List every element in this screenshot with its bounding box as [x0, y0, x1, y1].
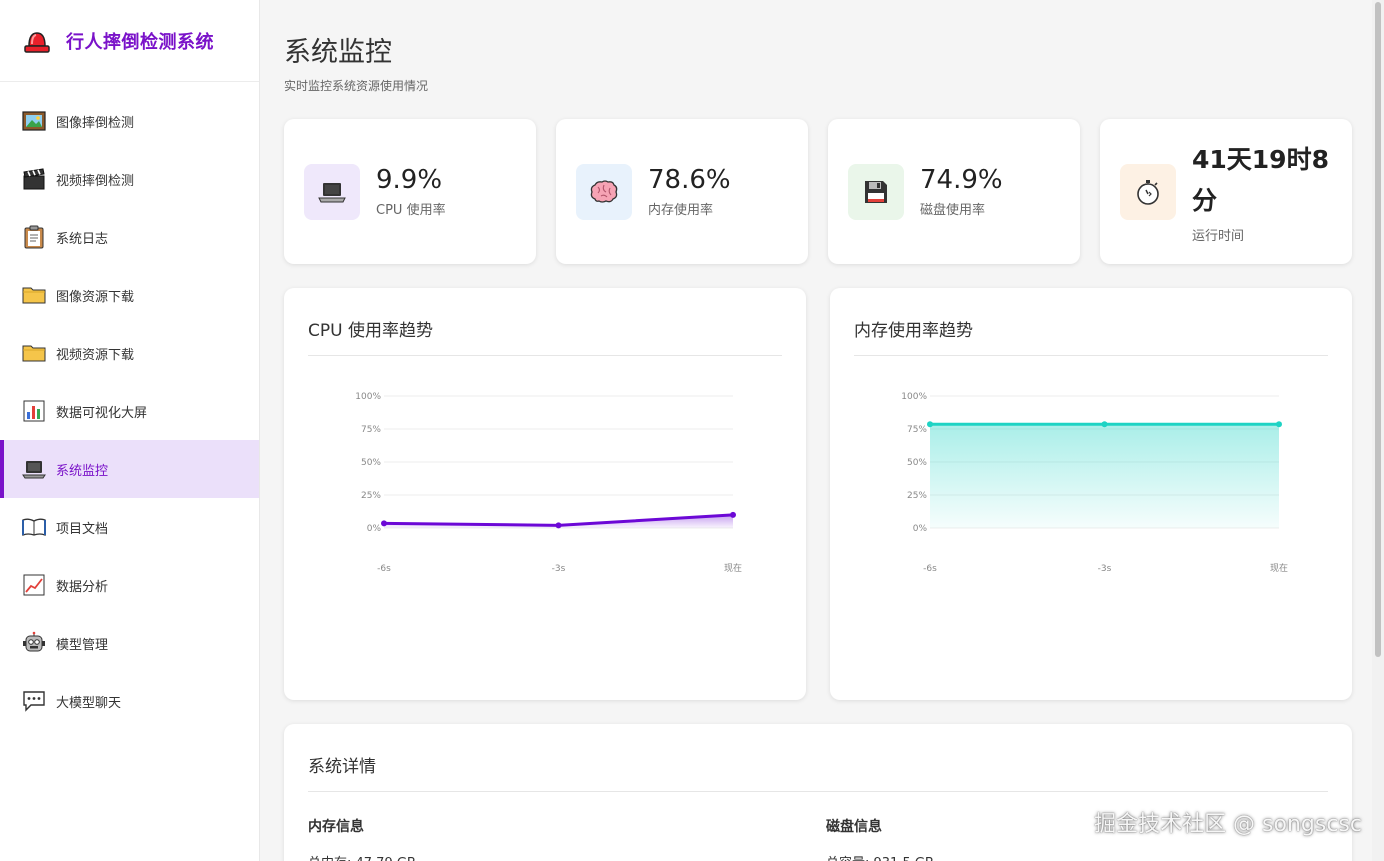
uptime-label: 运行时间 [1192, 229, 1245, 244]
sidebar-item-label: 模型管理 [56, 637, 109, 653]
sidebar-item-dashboard[interactable]: 数据可视化大屏 [0, 382, 259, 440]
chat-icon [22, 689, 46, 713]
data-point [1276, 421, 1282, 428]
memory-usage-label: 内存使用率 [648, 203, 714, 218]
sidebar-item-analytics[interactable]: 数据分析 [0, 556, 259, 614]
data-point [927, 421, 933, 428]
x-tick-label: 现在 [724, 562, 742, 574]
data-point [730, 511, 736, 518]
data-point [381, 520, 387, 527]
sidebar-item-label: 系统监控 [56, 463, 109, 479]
cpu-stat-card: 9.9% CPU 使用率 [284, 119, 536, 264]
laptop-icon [304, 163, 360, 220]
disk-usage-label: 磁盘使用率 [920, 203, 986, 218]
y-tick-label: 75% [907, 425, 927, 435]
details-title: 系统详情 [308, 757, 376, 777]
sidebar-item-label: 图像资源下载 [56, 289, 135, 305]
sidebar-item-video-download[interactable]: 视频资源下载 [0, 324, 259, 382]
sidebar-item-label: 视频资源下载 [56, 347, 135, 363]
siren-icon [24, 31, 50, 53]
memory-chart-card: 内存使用率趋势 100% 75% 50% 25% 0% -6s -3s 现在 [830, 288, 1352, 700]
clipboard-icon [22, 225, 46, 249]
cpu-usage-value: 9.9% [376, 165, 443, 195]
sidebar-item-docs[interactable]: 项目文档 [0, 498, 259, 556]
page-subtitle: 实时监控系统资源使用情况 [284, 79, 429, 93]
sidebar-item-system-monitor[interactable]: 系统监控 [0, 440, 259, 498]
sidebar-item-image-download[interactable]: 图像资源下载 [0, 266, 259, 324]
page-title: 系统监控 [284, 37, 392, 68]
y-tick-label: 75% [361, 425, 381, 435]
cpu-chart-card: CPU 使用率趋势 100% 75% 50% 25% 0% -6s -3s 现在 [284, 288, 806, 700]
system-details-card: 系统详情 内存信息 总内存: 47.79 GB 磁盘信息 总容量: 931.5 … [284, 724, 1352, 861]
x-tick-label: -6s [923, 564, 937, 574]
sidebar: 行人摔倒检测系统 图像摔倒检测 视频摔倒检测 系统日志 图像资源下载 视频资源下… [0, 0, 260, 861]
line-chart-icon [22, 573, 46, 597]
picture-icon [22, 109, 46, 133]
brand[interactable]: 行人摔倒检测系统 [0, 0, 259, 82]
memory-usage-chart: 100% 75% 50% 25% 0% -6s -3s 现在 [901, 392, 1288, 574]
sidebar-item-label: 数据分析 [56, 579, 109, 595]
scrollbar-thumb[interactable] [1375, 2, 1381, 657]
bar-chart-icon [22, 399, 46, 423]
brain-icon [576, 163, 632, 220]
memory-info-heading: 内存信息 [308, 819, 364, 835]
x-tick-label: 现在 [1270, 562, 1288, 574]
uptime-stat-card: 41天19时8分 运行时间 [1100, 119, 1352, 264]
series-area [930, 424, 1279, 528]
sidebar-item-label: 视频摔倒检测 [56, 173, 135, 189]
sidebar-item-label: 项目文档 [56, 521, 109, 537]
y-tick-label: 100% [355, 392, 381, 402]
y-tick-label: 0% [367, 524, 382, 534]
memory-usage-value: 78.6% [648, 165, 731, 195]
disk-usage-value: 74.9% [920, 165, 1003, 195]
clapper-icon [22, 167, 46, 191]
memory-stat-card: 78.6% 内存使用率 [556, 119, 808, 264]
x-tick-label: -3s [552, 564, 566, 574]
disk-total: 总容量: 931.5 GB [826, 852, 934, 861]
sidebar-item-video-detection[interactable]: 视频摔倒检测 [0, 150, 259, 208]
data-point [555, 522, 562, 529]
page-scrollbar[interactable] [1372, 0, 1384, 861]
folder-icon [22, 341, 46, 365]
sidebar-item-image-detection[interactable]: 图像摔倒检测 [0, 92, 259, 150]
sidebar-item-models[interactable]: 模型管理 [0, 614, 259, 672]
laptop-icon [22, 457, 46, 481]
sidebar-item-system-log[interactable]: 系统日志 [0, 208, 259, 266]
x-tick-label: -6s [377, 564, 391, 574]
sidebar-item-label: 系统日志 [56, 231, 109, 247]
divider [308, 791, 1328, 792]
y-tick-label: 50% [907, 458, 927, 468]
book-icon [22, 515, 46, 539]
cpu-usage-label: CPU 使用率 [376, 203, 446, 218]
robot-icon [22, 631, 46, 655]
sidebar-item-label: 大模型聊天 [56, 695, 122, 711]
disk-info-heading: 磁盘信息 [826, 819, 882, 835]
stopwatch-icon [1120, 163, 1176, 220]
disk-stat-card: 74.9% 磁盘使用率 [828, 119, 1080, 264]
y-tick-label: 25% [361, 491, 381, 501]
y-tick-label: 50% [361, 458, 381, 468]
data-point [1101, 421, 1108, 428]
sidebar-nav: 图像摔倒检测 视频摔倒检测 系统日志 图像资源下载 视频资源下载 数据可视化大屏… [0, 82, 259, 730]
brand-title: 行人摔倒检测系统 [66, 31, 214, 53]
memory-total: 总内存: 47.79 GB [308, 852, 416, 861]
watermark: 掘金技术社区 @ songscsc [1094, 812, 1362, 837]
floppy-disk-icon [848, 163, 904, 220]
cpu-usage-chart: 100% 75% 50% 25% 0% -6s -3s 现在 [355, 392, 742, 574]
folder-icon [22, 283, 46, 307]
x-tick-label: -3s [1098, 564, 1112, 574]
uptime-value: 41天19时8分 [1192, 145, 1329, 215]
y-tick-label: 25% [907, 491, 927, 501]
sidebar-item-llm-chat[interactable]: 大模型聊天 [0, 672, 259, 730]
sidebar-item-label: 图像摔倒检测 [56, 115, 135, 131]
y-tick-label: 100% [901, 392, 927, 402]
y-tick-label: 0% [913, 524, 928, 534]
sidebar-item-label: 数据可视化大屏 [56, 405, 148, 421]
